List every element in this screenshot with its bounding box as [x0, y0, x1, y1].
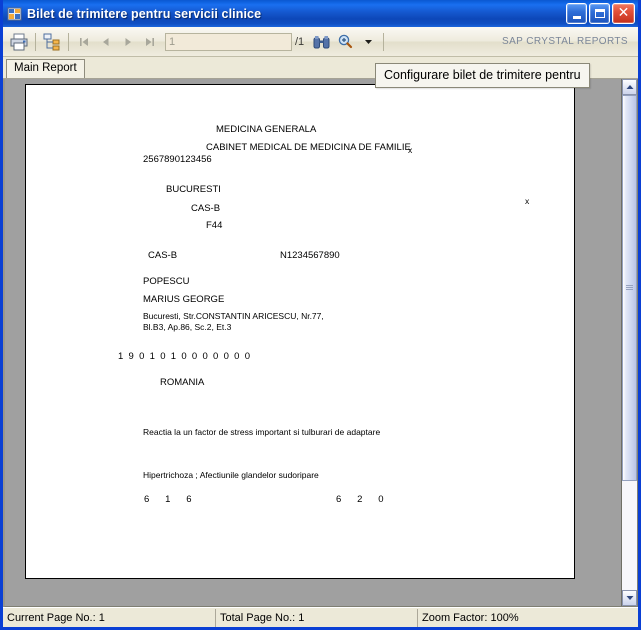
report-field-clinic-type: CABINET MEDICAL DE MEDICINA DE FAMILIE — [206, 142, 411, 153]
report-field-insurance-house: CAS-B — [191, 203, 221, 214]
scrollbar-grip — [626, 285, 633, 291]
window-title: Bilet de trimitere pentru servicii clini… — [27, 6, 262, 21]
first-page-icon — [78, 36, 90, 48]
report-field-diagnosis-1: Reactia la un factor de stress important… — [143, 427, 381, 437]
status-bar: Current Page No.: 1 Total Page No.: 1 Zo… — [3, 607, 638, 627]
group-tree-button[interactable] — [40, 30, 64, 54]
report-field-last-name: POPESCU — [143, 276, 190, 287]
minimize-icon — [572, 15, 581, 19]
minimize-button[interactable] — [566, 3, 587, 24]
page-number-input[interactable] — [165, 32, 292, 51]
crystal-reports-brand: SAP CRYSTAL REPORTS — [502, 36, 628, 47]
report-page: MEDICINA GENERALA CABINET MEDICAL DE MEDI… — [25, 84, 575, 579]
toolbar-separator-1 — [35, 32, 36, 51]
report-toolbar: /1 — [3, 27, 638, 57]
zoom-dropdown-button[interactable] — [357, 31, 379, 53]
total-pages-label: /1 — [295, 35, 305, 48]
print-button[interactable] — [7, 30, 31, 54]
report-field-county: BUCURESTI — [166, 184, 221, 195]
scroll-down-button[interactable] — [622, 590, 637, 606]
app-form-icon — [7, 6, 23, 22]
chevron-down-icon — [364, 37, 373, 46]
zoom-magnifier-icon — [337, 34, 354, 49]
status-zoom-factor: Zoom Factor: 100% — [422, 611, 519, 624]
vertical-scrollbar[interactable] — [621, 79, 637, 606]
report-page-area[interactable]: MEDICINA GENERALA CABINET MEDICAL DE MEDI… — [5, 79, 621, 606]
report-field-cnp: 1 9 0 1 0 1 0 0 0 0 0 0 0 — [118, 351, 251, 362]
last-page-button[interactable] — [139, 31, 161, 53]
report-field-insurance-no: N1234567890 — [280, 250, 340, 261]
report-field-mark-1: x — [408, 145, 413, 155]
scrollbar-thumb[interactable] — [622, 95, 637, 482]
report-field-address-2: Bl.B3, Ap.86, Sc.2, Et.3 — [143, 322, 232, 332]
application-window: Bilet de trimitere pentru servicii clini… — [0, 0, 641, 630]
maximize-button[interactable] — [589, 3, 610, 24]
close-icon: ✕ — [617, 5, 630, 21]
report-field-address-1: Bucuresti, Str.CONSTANTIN ARICESCU, Nr.7… — [143, 311, 324, 321]
zoom-button[interactable] — [333, 30, 357, 54]
report-field-mark-2: x — [525, 196, 530, 206]
report-field-code-right: 6 2 0 — [336, 494, 384, 505]
toolbar-separator-2 — [68, 32, 69, 51]
report-field-clinic-code: 2567890123456 — [143, 154, 212, 165]
maximize-icon — [594, 9, 605, 18]
previous-page-button[interactable] — [95, 31, 117, 53]
report-field-contract-code: F44 — [206, 220, 223, 231]
report-field-country: ROMANIA — [160, 377, 205, 388]
status-current-page: Current Page No.: 1 — [3, 608, 216, 627]
print-icon — [9, 33, 29, 51]
report-field-code-left: 6 1 6 — [144, 494, 192, 505]
scrollbar-track[interactable] — [622, 95, 637, 590]
status-total-page: Total Page No.: 1 — [216, 608, 418, 627]
binoculars-find-icon — [313, 35, 330, 49]
report-field-patient-house: CAS-B — [148, 250, 178, 261]
next-page-button[interactable] — [117, 31, 139, 53]
title-bar[interactable]: Bilet de trimitere pentru servicii clini… — [3, 0, 638, 27]
caption-button-group: ✕ — [566, 3, 636, 24]
find-button[interactable] — [309, 30, 333, 54]
report-field-diagnosis-2: Hipertrichoza ; Afectiunile glandelor su… — [143, 470, 319, 480]
toolbar-separator-3 — [383, 32, 385, 51]
report-field-specialty: MEDICINA GENERALA — [216, 124, 317, 135]
first-page-button[interactable] — [73, 31, 95, 53]
report-field-first-name: MARIUS GEORGE — [143, 294, 225, 305]
close-button[interactable]: ✕ — [612, 3, 635, 24]
report-viewer-window: Bilet de trimitere pentru servicii clini… — [0, 0, 641, 630]
group-tree-icon — [42, 33, 62, 51]
tooltip: Configurare bilet de trimitere pentru — [375, 63, 590, 88]
previous-page-icon — [100, 36, 112, 48]
last-page-icon — [144, 36, 156, 48]
scroll-up-icon — [626, 84, 634, 90]
next-page-icon — [122, 36, 134, 48]
tab-main-report[interactable]: Main Report — [6, 59, 85, 78]
report-viewer-area: MEDICINA GENERALA CABINET MEDICAL DE MEDI… — [3, 79, 638, 607]
scroll-down-icon — [626, 595, 634, 601]
scroll-up-button[interactable] — [622, 79, 637, 95]
